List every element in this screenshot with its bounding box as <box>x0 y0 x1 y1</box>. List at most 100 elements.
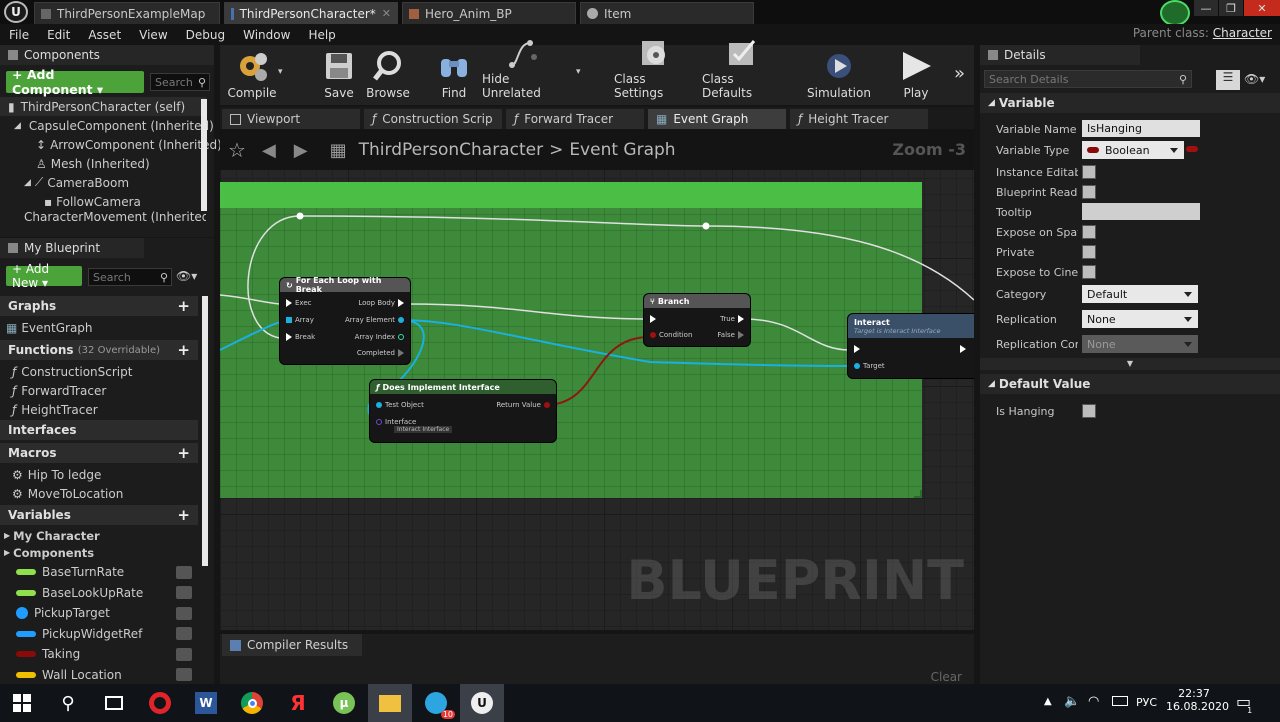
yandex-browser-icon[interactable]: Я <box>276 684 320 722</box>
pin-array[interactable]: Array <box>286 316 314 324</box>
details-view-options-eye-icon[interactable]: 👁▾ <box>1244 72 1265 86</box>
telegram-icon[interactable]: 10 <box>414 684 458 722</box>
tab-forward-tracer[interactable]: ƒ Forward Tracer <box>506 109 644 129</box>
variable-section-header[interactable]: ◢ Variable <box>980 93 1280 113</box>
macro-item-movetolocation[interactable]: ⚙ MoveToLocation <box>12 484 123 503</box>
class-defaults-button[interactable]: Class Defaults <box>702 40 782 105</box>
source-control-icon[interactable] <box>1160 0 1190 26</box>
wifi-icon[interactable]: ◠ <box>1088 694 1099 709</box>
clear-button[interactable]: Clear <box>931 670 962 684</box>
pin-false[interactable]: False <box>717 331 744 339</box>
category-dropdown[interactable]: Default <box>1082 285 1198 303</box>
pin-exec-in[interactable]: Exec <box>286 299 312 307</box>
menu-asset[interactable]: Asset <box>79 28 130 42</box>
event-graph-canvas[interactable]: ↻ For Each Loop with Break Exec Array Bre… <box>220 130 974 630</box>
volume-icon[interactable]: 🔈 <box>1064 694 1080 709</box>
variable-item[interactable]: PickupTarget <box>0 603 198 624</box>
pin-break[interactable]: Break <box>286 333 315 341</box>
simulation-button[interactable]: Simulation <box>806 45 872 105</box>
tab-height-tracer[interactable]: ƒ Height Tracer <box>790 109 928 129</box>
add-graph-plus-icon[interactable]: + <box>177 297 190 315</box>
components-scrollbar[interactable] <box>201 99 207 211</box>
tab-event-graph[interactable]: ▦ Event Graph <box>648 109 786 129</box>
bp-readonly-checkbox[interactable] <box>1082 185 1096 199</box>
details-header[interactable]: Details <box>980 45 1140 65</box>
graphs-section-header[interactable]: Graphs + <box>0 296 198 316</box>
back-arrow-icon[interactable]: ◀ <box>262 140 276 161</box>
default-value-section-header[interactable]: ◢ Default Value <box>980 374 1280 394</box>
tray-chevron-icon[interactable]: ▲ <box>1044 696 1052 707</box>
compiler-results-tab[interactable]: Compiler Results <box>222 634 362 656</box>
pin-branch-exec[interactable] <box>650 315 656 323</box>
toolbar-overflow-chevron-icon[interactable]: » <box>954 63 965 84</box>
tooltip-input[interactable] <box>1082 203 1200 220</box>
components-search-input[interactable]: Search ⚲ <box>150 73 210 91</box>
forward-arrow-icon[interactable]: ▶ <box>294 140 308 161</box>
component-followcamera[interactable]: ▪ FollowCamera <box>0 192 206 211</box>
windows-start-icon[interactable] <box>0 684 44 722</box>
visibility-eye-icon[interactable] <box>176 668 192 682</box>
node-does-implement-interface[interactable]: ƒ Does Implement Interface Test Object In… <box>370 380 556 442</box>
pin-array-index[interactable]: Array Index <box>355 333 404 341</box>
advanced-expander-chevron-icon[interactable]: ▼ <box>980 358 1280 370</box>
task-view-icon[interactable] <box>92 684 136 722</box>
menu-edit[interactable]: Edit <box>38 28 79 42</box>
menu-help[interactable]: Help <box>299 28 344 42</box>
component-charactermovement[interactable]: CharacterMovement (Inherited) <box>0 211 206 223</box>
variable-name-input[interactable]: IsHanging <box>1082 120 1200 137</box>
function-item-constructionscript[interactable]: ƒ ConstructionScript <box>12 362 132 381</box>
save-button[interactable]: Save <box>320 45 358 105</box>
tab-viewport[interactable]: Viewport <box>222 109 360 129</box>
pin-completed[interactable]: Completed <box>357 349 404 357</box>
find-button[interactable]: Find <box>434 45 474 105</box>
interfaces-section-header[interactable]: Interfaces <box>0 420 198 440</box>
file-explorer-icon[interactable] <box>368 684 412 722</box>
container-type-icon[interactable] <box>1186 146 1198 152</box>
close-tab-icon[interactable]: ✕ <box>382 7 391 20</box>
pin-return-value[interactable]: Return Value <box>496 401 550 409</box>
unreal-engine-taskbar-icon[interactable]: U <box>460 684 504 722</box>
graph-item-eventgraph[interactable]: ▦ EventGraph <box>6 318 93 337</box>
pin-array-element[interactable]: Array Element <box>345 316 404 324</box>
add-function-plus-icon[interactable]: + <box>177 341 190 359</box>
property-matrix-icon[interactable]: ☰ <box>1216 70 1240 90</box>
compile-options-chevron-icon[interactable]: ▾ <box>278 67 283 77</box>
visibility-eye-icon[interactable] <box>176 565 192 579</box>
component-cameraboom[interactable]: ◢ ⟋ CameraBoom <box>0 173 206 192</box>
utorrent-icon[interactable]: µ <box>322 684 366 722</box>
variable-item[interactable]: BaseLookUpRate <box>0 583 198 604</box>
interface-select-dropdown[interactable]: Interact Interface <box>394 426 453 433</box>
pin-true[interactable]: True <box>720 315 744 323</box>
component-self[interactable]: ▮ ThirdPersonCharacter (self) <box>0 97 206 116</box>
variable-type-dropdown[interactable]: Boolean <box>1082 141 1184 159</box>
details-search-input[interactable]: Search Details ⚲ <box>984 70 1192 88</box>
hide-unrelated-chevron-icon[interactable]: ▾ <box>576 67 581 77</box>
macro-item-hiptoledge[interactable]: ⚙ Hip To ledge <box>12 465 101 484</box>
minimize-button[interactable]: — <box>1194 0 1218 16</box>
unreal-logo-icon[interactable]: U <box>4 1 28 23</box>
add-component-button[interactable]: + Add Component ▾ <box>6 67 144 97</box>
function-item-forwardtracer[interactable]: ƒ ForwardTracer <box>12 381 106 400</box>
hide-unrelated-button[interactable]: Hide Unrelated <box>482 40 566 105</box>
menu-debug[interactable]: Debug <box>177 28 234 42</box>
chrome-icon[interactable] <box>230 684 274 722</box>
doc-tab-thirdpersoncharacter[interactable]: ThirdPersonCharacter* ✕ <box>224 2 398 24</box>
component-arrow[interactable]: ↕ ArrowComponent (Inherited) <box>0 135 222 154</box>
my-blueprint-header[interactable]: My Blueprint <box>0 238 144 258</box>
play-button[interactable]: Play <box>892 45 940 105</box>
node-interact[interactable]: Interact Target is Interact Interface Ta… <box>848 314 974 378</box>
view-options-eye-icon[interactable]: 👁▾ <box>176 269 197 283</box>
pin-test-object[interactable]: Test Object <box>376 401 424 409</box>
add-macro-plus-icon[interactable]: + <box>177 444 190 462</box>
pin-target[interactable]: Target <box>854 362 885 370</box>
add-new-button[interactable]: + Add New ▾ <box>6 262 82 290</box>
variable-item[interactable]: Wall Location <box>0 665 198 685</box>
macros-section-header[interactable]: Macros + <box>0 443 198 463</box>
parent-class-link[interactable]: Character <box>1213 26 1272 40</box>
close-window-button[interactable]: ✕ <box>1244 0 1280 16</box>
category-components[interactable]: ▶ Components <box>4 543 94 562</box>
variables-section-header[interactable]: Variables + <box>0 505 198 525</box>
node-branch[interactable]: ⑂ Branch Condition True False <box>644 294 750 346</box>
browse-button[interactable]: Browse <box>366 45 410 105</box>
menu-view[interactable]: View <box>130 28 176 42</box>
